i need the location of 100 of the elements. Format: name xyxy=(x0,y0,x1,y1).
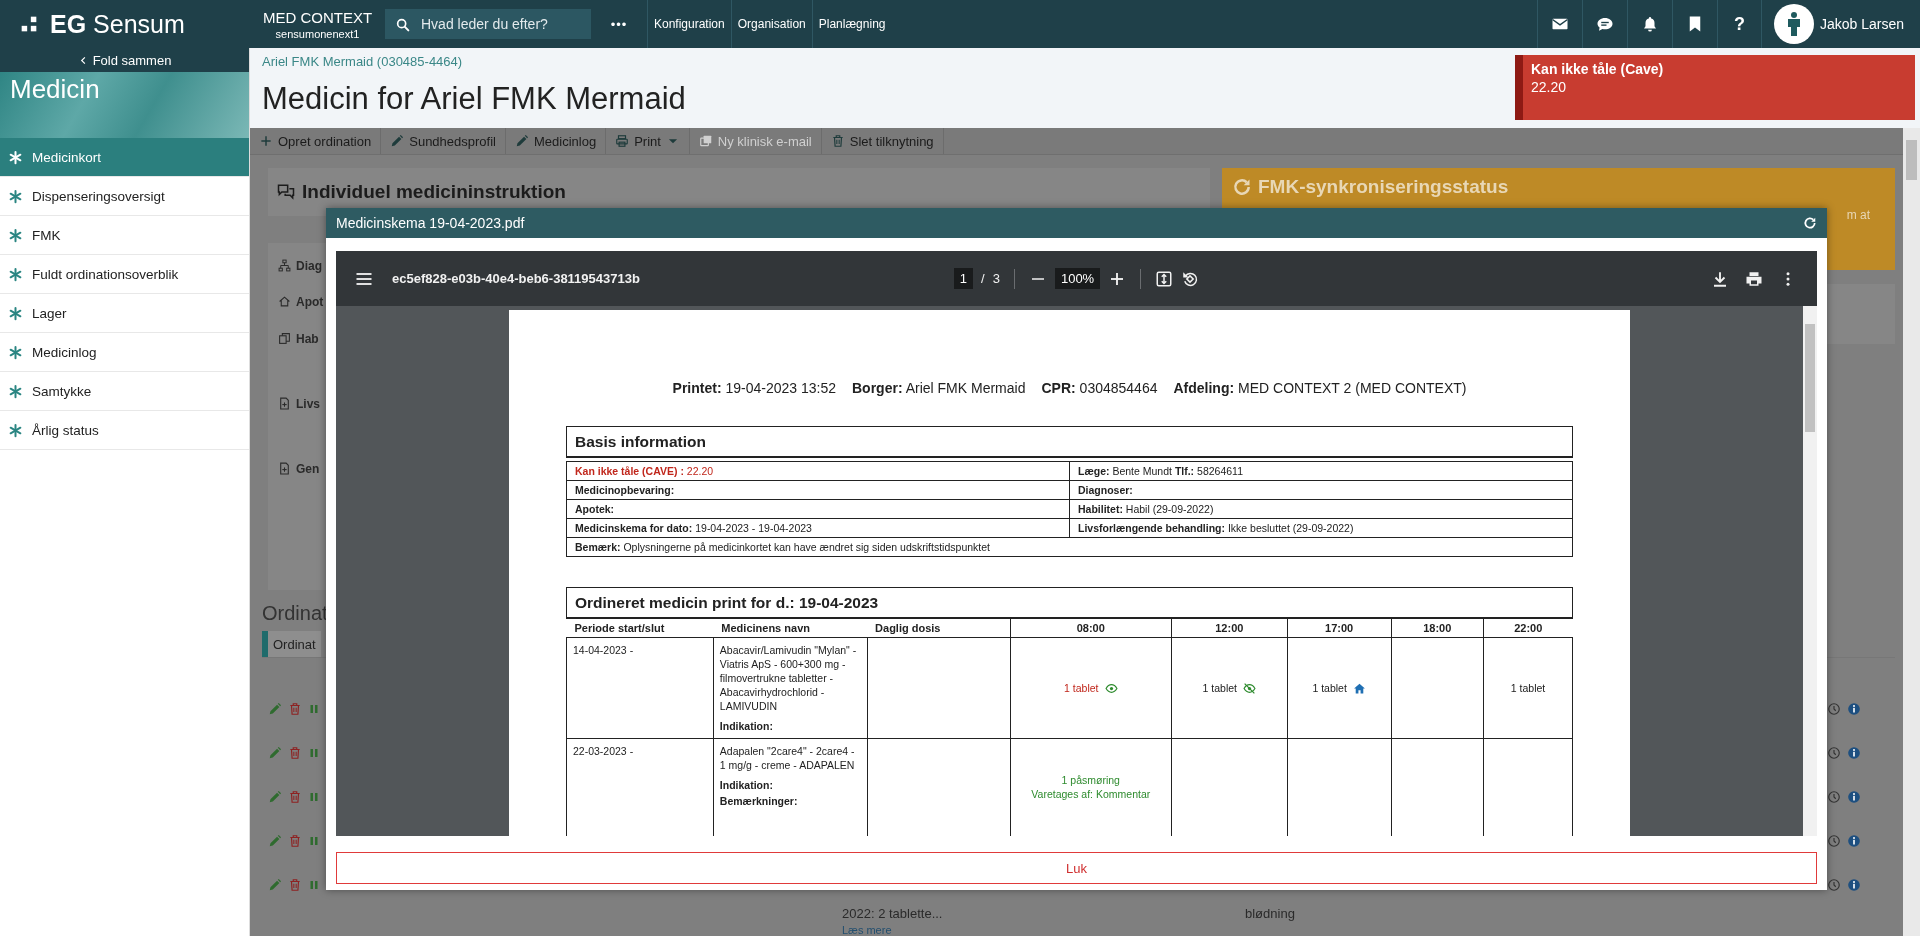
info-icon[interactable] xyxy=(1847,790,1861,804)
table-cell: Medicinskema for dato: 19-04-2023 - 19-04-2023 xyxy=(566,518,1070,538)
section-label: Diag xyxy=(296,259,322,273)
sidebar-item[interactable]: Medicinlog xyxy=(0,333,249,372)
info-icon[interactable] xyxy=(1847,878,1861,892)
print-icon[interactable] xyxy=(1745,269,1763,288)
pause-icon[interactable] xyxy=(308,879,320,891)
asterisk-icon xyxy=(8,266,23,282)
pause-icon[interactable] xyxy=(308,835,320,847)
scrollbar[interactable] xyxy=(1803,306,1817,836)
sidebar-item[interactable]: Medicinkort xyxy=(0,138,249,177)
chat-icon[interactable] xyxy=(1595,15,1614,33)
asterisk-icon xyxy=(8,227,23,243)
fit-page-icon[interactable] xyxy=(1155,269,1174,288)
avatar[interactable] xyxy=(1773,4,1814,44)
sidebar-item[interactable]: Fuldt ordinationsoverblik xyxy=(0,255,249,294)
clock-icon[interactable] xyxy=(1827,878,1841,892)
table-cell: Habilitet: Habil (29-09-2022) xyxy=(1069,499,1573,519)
asterisk-icon xyxy=(8,305,23,321)
trash-icon[interactable] xyxy=(288,746,302,760)
more-button[interactable]: ••• xyxy=(591,0,647,48)
asterisk-icon xyxy=(8,149,23,165)
context-name: MED CONTEXT xyxy=(262,8,373,26)
pause-icon[interactable] xyxy=(308,703,320,715)
tab[interactable]: Ordinat xyxy=(262,631,321,657)
asterisk-icon xyxy=(8,344,23,360)
print-info: CPR: 0304854464 xyxy=(1041,380,1158,396)
section-label: Apot xyxy=(296,295,324,309)
table-cell: Apotek: xyxy=(566,499,1070,519)
column-header: 12:00 xyxy=(1171,619,1288,638)
trash-icon xyxy=(830,134,845,148)
section-label: Gen xyxy=(296,462,320,476)
page-count: 3 xyxy=(992,271,1000,286)
toolbar-button[interactable]: Medicinlog xyxy=(505,128,607,154)
download-icon[interactable] xyxy=(1711,269,1729,288)
copy-icon xyxy=(698,134,713,148)
pause-icon[interactable] xyxy=(308,747,320,759)
user-name[interactable]: Jakob Larsen xyxy=(1819,16,1904,32)
sidebar-item[interactable]: Samtykke xyxy=(0,372,249,411)
plus-icon xyxy=(259,134,273,148)
page-title: Medicin for Ariel FMK Mermaid xyxy=(262,81,686,117)
dose-cell: 1 påsmøring xyxy=(1061,773,1120,787)
card-text: m at xyxy=(1846,208,1870,222)
search-field[interactable]: Hvad leder du efter? xyxy=(385,9,591,39)
print-info: Printet: 19-04-2023 13:52 xyxy=(672,380,836,396)
alert-title: Kan ikke tåle (Cave) xyxy=(1531,61,1665,77)
dose-cell: 1 tablet xyxy=(1510,681,1546,695)
file-plus-icon xyxy=(278,397,291,410)
card-title: Individuel medicininstruktion xyxy=(302,181,566,203)
table-cell: Bemærk: Oplysningerne på medicinkortet kan have ændret sig siden udskriftstidspunktet xyxy=(566,537,1573,557)
table-cell: Livsforlængende behandling: Ikke besluttet (29-09-2022) xyxy=(1069,518,1573,538)
pause-icon[interactable] xyxy=(308,791,320,803)
column-header: 08:00 xyxy=(1010,619,1172,638)
clock-icon[interactable] xyxy=(1827,746,1841,760)
breadcrumb-link[interactable]: Ariel FMK Mermaid (030485-4464) xyxy=(262,54,686,69)
info-icon[interactable] xyxy=(1847,702,1861,716)
house-icon xyxy=(1352,681,1366,695)
trash-icon[interactable] xyxy=(288,790,302,804)
clock-icon[interactable] xyxy=(1827,702,1841,716)
sidebar-item[interactable]: Lager xyxy=(0,294,249,333)
trash-icon[interactable] xyxy=(288,702,302,716)
note-text: blødning xyxy=(1245,906,1295,921)
chat-bubbles-icon xyxy=(276,182,296,202)
card-title: FMK-synkroniseringsstatus xyxy=(1258,176,1509,198)
asterisk-icon xyxy=(8,188,23,204)
toolbar-button[interactable]: Print xyxy=(606,128,690,154)
dose-cell: 1 tablet xyxy=(1202,681,1257,695)
table-cell: Abacavir/Lamivudin "Mylan" - Viatris ApS - 600+300 mg - filmovertrukne tabletter - Abacavirhydrochlorid - LAMIVUDIN Indikation: xyxy=(713,637,868,739)
alert-value: 22.20 xyxy=(1531,79,1568,95)
asterisk-icon xyxy=(8,383,23,399)
section-label: Livs xyxy=(296,397,320,411)
section-label: Hab xyxy=(296,332,319,346)
trash-icon[interactable] xyxy=(288,834,302,848)
section-title: Basis information xyxy=(566,426,1573,458)
info-icon[interactable] xyxy=(1847,746,1861,760)
clock-icon[interactable] xyxy=(1827,834,1841,848)
print-info: Borger: Ariel FMK Mermaid xyxy=(852,380,1026,396)
zoom-field[interactable]: 100% xyxy=(1054,268,1101,289)
clock-icon[interactable] xyxy=(1827,790,1841,804)
page-number-field[interactable]: 1 xyxy=(953,268,974,289)
toolbar-button[interactable]: Slet tilknytning xyxy=(821,128,944,154)
trash-icon[interactable] xyxy=(288,878,302,892)
file-plus-icon xyxy=(278,462,291,475)
toolbar-button[interactable]: Opret ordination xyxy=(250,128,382,154)
info-icon[interactable] xyxy=(1847,834,1861,848)
sidebar-item[interactable]: FMK xyxy=(0,216,249,255)
sidebar-item[interactable]: Dispenseringsoversigt xyxy=(0,177,249,216)
person-icon xyxy=(1787,12,1800,36)
scrollbar[interactable] xyxy=(1903,128,1920,936)
section-heading: Ordinat xyxy=(262,602,328,624)
table-cell: Diagnoser: xyxy=(1069,480,1573,500)
column-header: Daglig dosis xyxy=(867,619,1011,638)
pencil-icon xyxy=(390,134,405,148)
sidebar-item[interactable]: Årlig status xyxy=(0,411,249,450)
refresh-icon[interactable] xyxy=(1803,216,1817,230)
printer-icon xyxy=(615,134,630,148)
rotate-icon[interactable] xyxy=(1181,269,1200,288)
dose-cell: 1 tablet xyxy=(1312,681,1366,695)
toolbar-button[interactable]: Sundhedsprofil xyxy=(381,128,506,154)
close-button[interactable]: Luk xyxy=(336,852,1817,884)
